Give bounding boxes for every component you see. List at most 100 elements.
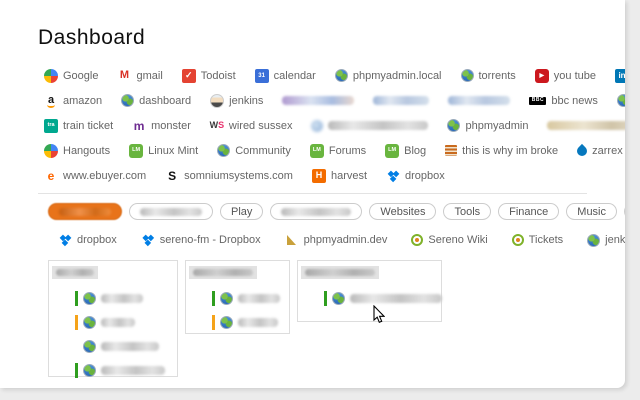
bookmark-label: phpmyadmin	[465, 119, 529, 132]
bookmark-wired-sussex[interactable]: wired sussex	[210, 119, 293, 133]
bookmark-calendar[interactable]: calendar	[254, 68, 316, 83]
redacted-text	[140, 207, 202, 216]
amazon-icon	[44, 94, 58, 108]
quicklink-dropbox[interactable]: dropbox	[58, 233, 117, 247]
globe-icon	[220, 292, 233, 305]
bookmark-youtube[interactable]: you tube	[534, 68, 596, 83]
bookmark-monster[interactable]: monster	[132, 119, 191, 133]
tag-pill-tools[interactable]: Tools	[443, 203, 492, 220]
quicklink-tickets[interactable]: Tickets	[511, 234, 563, 246]
tag-label: Play	[231, 205, 253, 218]
bookmark-todoist[interactable]: Todoist	[181, 68, 236, 83]
youtube-icon	[534, 68, 549, 83]
dashboard-panel: Dashboard Google gmail Todoist calendar …	[0, 0, 625, 388]
tag-filter-row: Play Websites Tools Finance Music Web Re…	[48, 203, 625, 220]
hangouts-icon	[44, 143, 58, 158]
bookmark-redacted[interactable]	[282, 96, 355, 105]
bookmark-label: calendar	[273, 69, 316, 82]
bookmark-somniumsystems[interactable]: somniumsystems.com	[165, 169, 293, 183]
bookmark-drupal[interactable]: zarrex | drupal.org	[575, 143, 625, 158]
globe-icon	[121, 94, 135, 107]
dropbox-icon	[386, 169, 400, 183]
bookmark-redacted[interactable]	[448, 96, 511, 105]
bookmark-phpmyadmin-local[interactable]: phpmyadmin.local	[334, 69, 442, 82]
redacted-text	[193, 269, 253, 276]
bookmark-community[interactable]: Community	[217, 144, 291, 157]
bookmark-label: monster	[151, 119, 191, 132]
group-link[interactable]	[75, 338, 177, 355]
bookmark-harvest[interactable]: harvest	[311, 168, 368, 183]
tag-label: Websites	[380, 205, 426, 218]
group-link[interactable]	[212, 290, 289, 307]
globe-icon	[447, 119, 461, 132]
bookmark-label: you tube	[553, 69, 596, 82]
tag-pill-redacted[interactable]	[129, 203, 213, 220]
bookmark-label: harvest	[330, 169, 368, 182]
bookmark-linux-mint[interactable]: Linux Mint	[129, 143, 199, 158]
dropbox-icon	[58, 233, 72, 247]
bookmark-ebuyer[interactable]: www.ebuyer.com	[44, 169, 146, 183]
bookmark-hangouts[interactable]: Hangouts	[44, 143, 110, 158]
status-bar-green	[75, 291, 78, 306]
bookmark-jenkins[interactable]: jenkins	[210, 93, 264, 108]
globe-icon	[616, 94, 625, 107]
tag-pill-redacted[interactable]	[270, 203, 363, 220]
bookmark-label: Todoist	[200, 69, 236, 82]
group-link[interactable]	[75, 290, 177, 307]
group-card	[185, 260, 290, 334]
tag-pill-active-redacted[interactable]	[48, 203, 122, 220]
redacted-text	[305, 269, 375, 276]
bookmark-jira[interactable]: jira	[616, 94, 625, 107]
bookmark-blog[interactable]: Blog	[385, 143, 426, 158]
globe-icon	[460, 69, 474, 82]
tag-pill-web-resources[interactable]: Web Resources	[624, 203, 625, 220]
bookmark-redacted[interactable]	[311, 119, 429, 132]
quicklink-label: phpmyadmin.dev	[303, 234, 388, 246]
google-icon	[44, 68, 58, 83]
status-bar-green	[75, 363, 78, 378]
bookmark-phpmyadmin[interactable]: phpmyadmin	[447, 119, 528, 132]
tag-pill-websites[interactable]: Websites	[369, 203, 437, 220]
bookmark-dropbox[interactable]: dropbox	[386, 169, 445, 183]
bookmark-row: amazon dashboard jenkins bbc news jira G…	[44, 88, 625, 113]
bookmark-tiwib[interactable]: this is why im broke	[445, 145, 558, 157]
bookmark-label: somniumsystems.com	[184, 169, 293, 182]
group-card-title	[189, 266, 257, 279]
bookmark-bbc-news[interactable]: bbc news	[529, 95, 598, 107]
quicklink-sereno-fm-dropbox[interactable]: sereno-fm - Dropbox	[141, 233, 261, 247]
bookmark-row: www.ebuyer.com somniumsystems.com harves…	[44, 163, 625, 188]
bookmark-amazon[interactable]: amazon	[44, 94, 102, 108]
bookmark-redacted[interactable]	[373, 96, 430, 105]
redacted-text	[59, 207, 111, 216]
jenkins-icon	[210, 93, 225, 108]
bookmark-row: Google gmail Todoist calendar phpmyadmin…	[44, 63, 625, 88]
bookmark-linkedin[interactable]: linked in	[615, 68, 625, 83]
quicklink-phpmyadmin-dev[interactable]: phpmyadmin.dev	[285, 233, 388, 247]
bookmark-row: Hangouts Linux Mint Community Forums Blo…	[44, 138, 625, 163]
bookmark-google[interactable]: Google	[44, 68, 98, 83]
bookmark-label: jenkins	[229, 94, 264, 107]
tag-pill-play[interactable]: Play	[220, 203, 264, 220]
globe-icon	[83, 292, 96, 305]
bookmark-dashboard[interactable]: dashboard	[121, 94, 191, 107]
bookmark-gmail[interactable]: gmail	[117, 69, 162, 83]
tag-pill-music[interactable]: Music	[566, 203, 618, 220]
bookmark-torrents[interactable]: torrents	[460, 69, 516, 82]
bookmark-label: phpmyadmin.local	[352, 69, 442, 82]
bookmark-label: Linux Mint	[148, 144, 199, 157]
quicklink-sereno-wiki[interactable]: Sereno Wiki	[411, 234, 488, 246]
group-link[interactable]	[75, 314, 177, 331]
tag-pill-finance[interactable]: Finance	[498, 203, 560, 220]
drupal-icon	[575, 143, 590, 158]
page-title: Dashboard	[38, 26, 146, 49]
group-link[interactable]	[212, 314, 289, 331]
redacted-text	[101, 294, 143, 303]
bookmark-train-ticket[interactable]: train ticket	[44, 118, 113, 133]
group-link[interactable]	[75, 362, 177, 379]
ebuyer-icon	[44, 169, 58, 183]
tag-label: Music	[577, 205, 607, 218]
quicklink-jenkins[interactable]: jenkins	[587, 233, 625, 247]
bookmark-forums[interactable]: Forums	[309, 143, 366, 158]
globe-icon	[83, 316, 96, 329]
bookmark-redacted[interactable]	[547, 121, 625, 130]
